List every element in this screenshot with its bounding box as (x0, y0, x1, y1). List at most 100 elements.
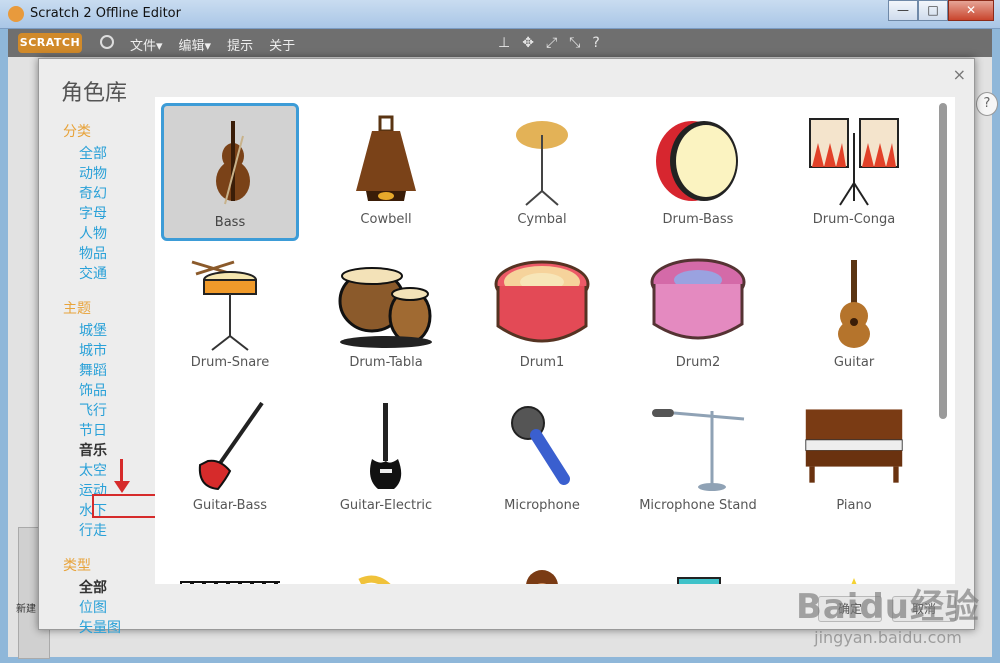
sprite-label: Cowbell (360, 212, 412, 227)
window-titlebar: Scratch 2 Offline Editor — □ ✕ (0, 0, 1000, 29)
globe-icon[interactable] (100, 35, 114, 49)
sprite-tile-drum-snare[interactable]: Drum-Snare (161, 246, 299, 384)
menu-file[interactable]: 文件▾ (130, 35, 163, 54)
theme-heading: 主题 (63, 301, 91, 317)
cowbell-icon (356, 115, 416, 201)
scratch-cat-icon (8, 6, 24, 22)
sprite-tile-speaker[interactable] (629, 532, 767, 584)
sprite-label: Guitar-Bass (192, 498, 268, 513)
sprite-tile-bass[interactable]: Bass (161, 103, 299, 241)
microphone-icon (511, 406, 570, 485)
sprite-label: Microphone (504, 498, 580, 513)
sprite-label: Drum-Bass (662, 212, 734, 227)
sprite-tile-keyboard[interactable] (161, 532, 299, 584)
bass-icon (216, 121, 250, 205)
sprite-tile-singer[interactable] (473, 532, 611, 584)
watermark-line1: Baidu经验 (795, 587, 980, 627)
drum2-icon (650, 258, 746, 340)
cymbal-icon (516, 121, 568, 206)
theme-castle[interactable]: 城堡 (79, 321, 163, 341)
theme-flying[interactable]: 飞行 (79, 401, 163, 421)
theme-dance[interactable]: 舞蹈 (79, 361, 163, 381)
sprite-label: Drum1 (519, 355, 565, 370)
drum-conga-icon (809, 118, 899, 206)
minimize-button[interactable]: — (888, 0, 918, 21)
scratch-menubar: SCRATCH 文件▾ 编辑▾ 提示 关于 ⊥ ✥ ⤢ ⤡ ? (8, 29, 992, 57)
filter-animals[interactable]: 动物 (79, 164, 163, 184)
sprite-tile-guitar-bass[interactable]: Guitar-Bass (161, 389, 299, 527)
side-help-icon[interactable]: ? (976, 92, 998, 116)
window-title: Scratch 2 Offline Editor (30, 6, 181, 21)
sprite-label: Drum2 (675, 355, 721, 370)
type-all[interactable]: 全部 (79, 578, 163, 598)
close-window-button[interactable]: ✕ (948, 0, 994, 21)
theme-city[interactable]: 城市 (79, 341, 163, 361)
sprite-label: Guitar-Electric (339, 498, 433, 513)
duplicate-tool-icon[interactable]: ⊥ (498, 35, 510, 51)
sprite-label: Piano (836, 498, 872, 513)
menu-items: 文件▾ 编辑▾ 提示 关于 (130, 35, 295, 54)
guitar-icon (838, 260, 870, 348)
new-sprite-label: 新建 (16, 604, 36, 615)
drum-tabla-icon (338, 267, 432, 348)
sprite-label: Drum-Snare (190, 355, 270, 370)
baidu-watermark: Baidu经验 jingyan.baidu.com (796, 579, 980, 647)
sprite-tile-drum1[interactable]: Drum1 (473, 246, 611, 384)
sprite-tile-drum-bass[interactable]: Drum-Bass (629, 103, 767, 241)
watermark-line2: jingyan.baidu.com (814, 628, 962, 647)
microphone-stand-icon (652, 409, 745, 491)
annotation-arrow-head (114, 481, 130, 493)
sprite-tile-guitar-electric[interactable]: Guitar-Electric (317, 389, 455, 527)
saxophone-icon (358, 575, 391, 584)
sprite-tile-guitar[interactable]: Guitar (785, 246, 923, 384)
scratch-logo[interactable]: SCRATCH (18, 33, 82, 53)
keyboard-icon (180, 581, 280, 584)
theme-holiday[interactable]: 节日 (79, 421, 163, 441)
grow-tool-icon[interactable]: ⤢ (546, 35, 557, 51)
menu-about[interactable]: 关于 (269, 35, 295, 54)
filter-transport[interactable]: 交通 (79, 264, 163, 284)
shrink-tool-icon[interactable]: ⤡ (569, 35, 580, 51)
menu-tips[interactable]: 提示 (227, 35, 253, 54)
maximize-button[interactable]: □ (918, 0, 948, 21)
type-heading: 类型 (63, 558, 91, 574)
sprite-tile-drum-conga[interactable]: Drum-Conga (785, 103, 923, 241)
singer-icon (526, 570, 558, 584)
sprite-library-dialog: × 角色库 分类 全部 动物 奇幻 字母 人物 物品 交通 主题 城堡 城市 舞… (38, 58, 975, 636)
sprite-tile-cowbell[interactable]: Cowbell (317, 103, 455, 241)
music-highlight-box (92, 494, 158, 518)
theme-walking[interactable]: 行走 (79, 521, 163, 541)
sprite-tile-microphone[interactable]: Microphone (473, 389, 611, 527)
theme-dress-up[interactable]: 饰品 (79, 381, 163, 401)
sprite-tile-drum-tabla[interactable]: Drum-Tabla (317, 246, 455, 384)
menu-edit[interactable]: 编辑▾ (179, 35, 212, 54)
grid-scrollbar[interactable] (939, 103, 947, 419)
sprite-label: Drum-Tabla (349, 355, 423, 370)
cut-tool-icon[interactable]: ✥ (522, 35, 534, 51)
sprite-tile-drum2[interactable]: Drum2 (629, 246, 767, 384)
toolbar-tools: ⊥ ✥ ⤢ ⤡ ? (498, 35, 600, 51)
type-list: 全部 位图 矢量图 (79, 578, 163, 638)
type-vector[interactable]: 矢量图 (79, 618, 163, 638)
sprite-label: Drum-Conga (812, 212, 896, 227)
filter-things[interactable]: 物品 (79, 244, 163, 264)
sprite-grid-panel: Bass Cowbell Cymbal Drum-Bass Drum-Conga… (155, 97, 955, 584)
sprite-label: Microphone Stand (639, 498, 757, 513)
type-bitmap[interactable]: 位图 (79, 598, 163, 618)
sprite-tile-microphone-stand[interactable]: Microphone Stand (629, 389, 767, 527)
drum-bass-icon (656, 121, 738, 201)
dialog-close-icon[interactable]: × (953, 65, 966, 84)
sprite-tile-cymbal[interactable]: Cymbal (473, 103, 611, 241)
library-filter-sidebar: 分类 全部 动物 奇幻 字母 人物 物品 交通 主题 城堡 城市 舞蹈 饰品 飞… (63, 121, 163, 652)
sprite-tile-star[interactable] (785, 532, 923, 584)
help-tool-icon[interactable]: ? (592, 35, 599, 51)
filter-letters[interactable]: 字母 (79, 204, 163, 224)
filter-fantasy[interactable]: 奇幻 (79, 184, 163, 204)
theme-music[interactable]: 音乐 (79, 441, 163, 461)
filter-people[interactable]: 人物 (79, 224, 163, 244)
sprite-tile-saxophone[interactable] (317, 532, 455, 584)
sprite-tile-piano[interactable]: Piano (785, 389, 923, 527)
guitar-bass-icon (198, 401, 264, 491)
filter-all[interactable]: 全部 (79, 144, 163, 164)
dialog-title: 角色库 (61, 81, 128, 106)
